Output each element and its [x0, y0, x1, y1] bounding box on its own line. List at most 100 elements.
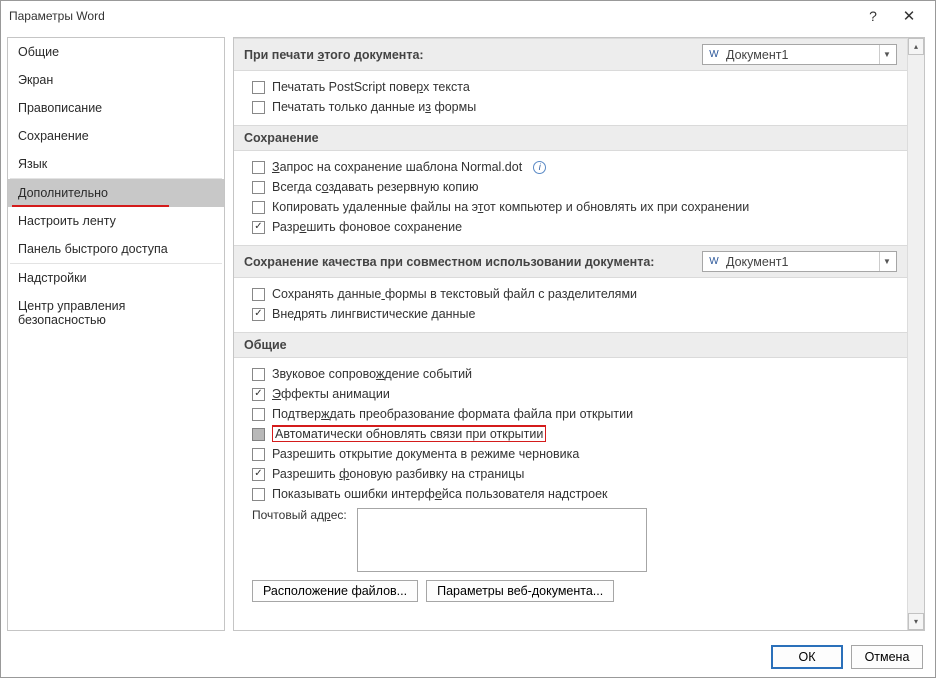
section-header: Сохранение — [234, 125, 907, 151]
vertical-scrollbar[interactable]: ▴ ▾ — [907, 38, 924, 630]
content-pane: При печати этого документа: W Документ1 ▼ Пе… — [234, 38, 907, 630]
option-row: Сохранять данные формы в текстовый файл … — [252, 284, 903, 304]
checkbox[interactable] — [252, 448, 265, 461]
option-label[interactable]: Запрос на сохранение шаблона Normal.dot — [272, 160, 522, 174]
sidebar-item-label: Надстройки — [18, 271, 87, 285]
help-icon[interactable]: ? — [855, 8, 891, 24]
mail-address-row: Почтовый адрес: — [252, 504, 903, 572]
section-title: Общие — [244, 338, 287, 352]
sidebar-item-7[interactable]: Панель быстрого доступа — [8, 235, 224, 263]
section-title: Сохранение — [244, 131, 319, 145]
checkbox[interactable] — [252, 468, 265, 481]
sidebar: Общие Экран Правописание Сохранение Язык Допо… — [7, 37, 225, 631]
option-label[interactable]: Печатать PostScript поверх текста — [272, 80, 470, 94]
document-select-label: Документ1 — [726, 255, 788, 269]
option-label[interactable]: Показывать ошибки интерфейса пользовател… — [272, 487, 608, 501]
document-select[interactable]: WДокумент1▼ — [702, 44, 897, 65]
info-icon[interactable]: i — [533, 161, 546, 174]
option-label[interactable]: Копировать удаленные файлы на этот компь… — [272, 200, 749, 214]
sidebar-item-1[interactable]: Экран — [8, 66, 224, 94]
checkbox[interactable] — [252, 428, 265, 441]
sidebar-item-0[interactable]: Общие — [8, 38, 224, 66]
sidebar-item-label: Сохранение — [18, 129, 89, 143]
option-row: Запрос на сохранение шаблона Normal.dot i — [252, 157, 903, 177]
sidebar-item-3[interactable]: Сохранение — [8, 122, 224, 150]
option-row: Автоматически обновлять связи при открыт… — [252, 424, 903, 444]
chevron-down-icon: ▼ — [879, 252, 894, 271]
option-label[interactable]: Разрешить открытие документа в режиме че… — [272, 447, 579, 461]
word-doc-icon: W — [707, 255, 721, 269]
ok-button[interactable]: ОК — [771, 645, 843, 669]
option-label[interactable]: Эффекты анимации — [272, 387, 390, 401]
sidebar-item-5[interactable]: Дополнительно — [8, 179, 224, 207]
chevron-down-icon: ▼ — [879, 45, 894, 64]
option-label[interactable]: Автоматически обновлять связи при открыт… — [272, 427, 546, 441]
sidebar-item-4[interactable]: Язык — [8, 150, 224, 178]
document-select[interactable]: W Документ1 ▼ — [702, 251, 897, 272]
file-locations-button[interactable]: Расположение файлов... — [252, 580, 418, 602]
share-quality-options: Сохранять данные формы в текстовый файл … — [234, 278, 907, 332]
option-label[interactable]: Разрешить фоновую разбивку на страницы — [272, 467, 524, 481]
window-title: Параметры Word — [9, 9, 855, 23]
document-select-label: Документ1 — [726, 48, 788, 62]
sidebar-item-label: Дополнительно — [18, 186, 108, 200]
option-row: Эффекты анимации — [252, 384, 903, 404]
content-wrap: При печати этого документа: W Документ1 ▼ Пе… — [233, 37, 925, 631]
checkbox[interactable] — [252, 368, 265, 381]
option-row: Внедрять лингвистические данные — [252, 304, 903, 324]
scroll-track[interactable] — [908, 55, 924, 613]
scroll-down-icon[interactable]: ▾ — [908, 613, 924, 630]
cancel-button[interactable]: Отмена — [851, 645, 923, 669]
checkbox[interactable] — [252, 101, 265, 114]
section-title: Сохранение качества при совместном испол… — [244, 255, 654, 269]
option-label[interactable]: Сохранять данные формы в текстовый файл … — [272, 287, 637, 301]
section-header-share-quality: Сохранение качества при совместном испол… — [234, 245, 907, 278]
scroll-up-icon[interactable]: ▴ — [908, 38, 924, 55]
checkbox[interactable] — [252, 201, 265, 214]
option-label[interactable]: Подтверждать преобразование формата файл… — [272, 407, 633, 421]
option-row: Звуковое сопровождение событий — [252, 364, 903, 384]
highlight-marker: Автоматически обновлять связи при открыт… — [272, 425, 546, 442]
mail-address-input[interactable] — [357, 508, 647, 572]
checkbox[interactable] — [252, 161, 265, 174]
option-row: Печатать только данные из формы — [252, 97, 903, 117]
sidebar-item-9[interactable]: Центр управления безопасностью — [8, 292, 224, 334]
general-buttons-row: Расположение файлов... Параметры веб-доку… — [252, 572, 903, 606]
sidebar-item-2[interactable]: Правописание — [8, 94, 224, 122]
option-row: Подтверждать преобразование формата файл… — [252, 404, 903, 424]
sidebar-item-label: Экран — [18, 73, 53, 87]
sidebar-item-6[interactable]: Настроить ленту — [8, 207, 224, 235]
option-row: Печатать PostScript поверх текста — [252, 77, 903, 97]
general-options: Звуковое сопровождение событий Эффекты ан… — [234, 358, 907, 614]
sidebar-item-label: Центр управления безопасностью — [18, 299, 125, 327]
option-row: Разрешить фоновое сохранение — [252, 217, 903, 237]
checkbox[interactable] — [252, 81, 265, 94]
dialog-footer: ОК Отмена — [1, 637, 935, 677]
option-row: Копировать удаленные файлы на этот компь… — [252, 197, 903, 217]
checkbox[interactable] — [252, 288, 265, 301]
section-title: При печати этого документа: — [244, 48, 424, 62]
checkbox[interactable] — [252, 408, 265, 421]
option-label[interactable]: Звуковое сопровождение событий — [272, 367, 472, 381]
dialog-body: Общие Экран Правописание Сохранение Язык Допо… — [1, 31, 935, 637]
option-label[interactable]: Печатать только данные из формы — [272, 100, 476, 114]
option-row: Всегда создавать резервную копию — [252, 177, 903, 197]
sidebar-item-label: Настроить ленту — [18, 214, 116, 228]
checkbox[interactable] — [252, 388, 265, 401]
titlebar: Параметры Word ? ✕ — [1, 1, 935, 31]
option-row: Показывать ошибки интерфейса пользовател… — [252, 484, 903, 504]
option-label[interactable]: Разрешить фоновое сохранение — [272, 220, 462, 234]
option-label[interactable]: Внедрять лингвистические данные — [272, 307, 475, 321]
web-options-button[interactable]: Параметры веб-документа... — [426, 580, 614, 602]
sidebar-item-label: Общие — [18, 45, 59, 59]
sidebar-item-8[interactable]: Надстройки — [8, 264, 224, 292]
option-row: Разрешить фоновую разбивку на страницы — [252, 464, 903, 484]
checkbox[interactable] — [252, 488, 265, 501]
close-icon[interactable]: ✕ — [891, 7, 927, 25]
checkbox[interactable] — [252, 308, 265, 321]
checkbox[interactable] — [252, 181, 265, 194]
checkbox[interactable] — [252, 221, 265, 234]
option-label[interactable]: Всегда создавать резервную копию — [272, 180, 479, 194]
sidebar-item-label: Панель быстрого доступа — [18, 242, 168, 256]
mail-label: Почтовый адрес: — [252, 508, 347, 522]
